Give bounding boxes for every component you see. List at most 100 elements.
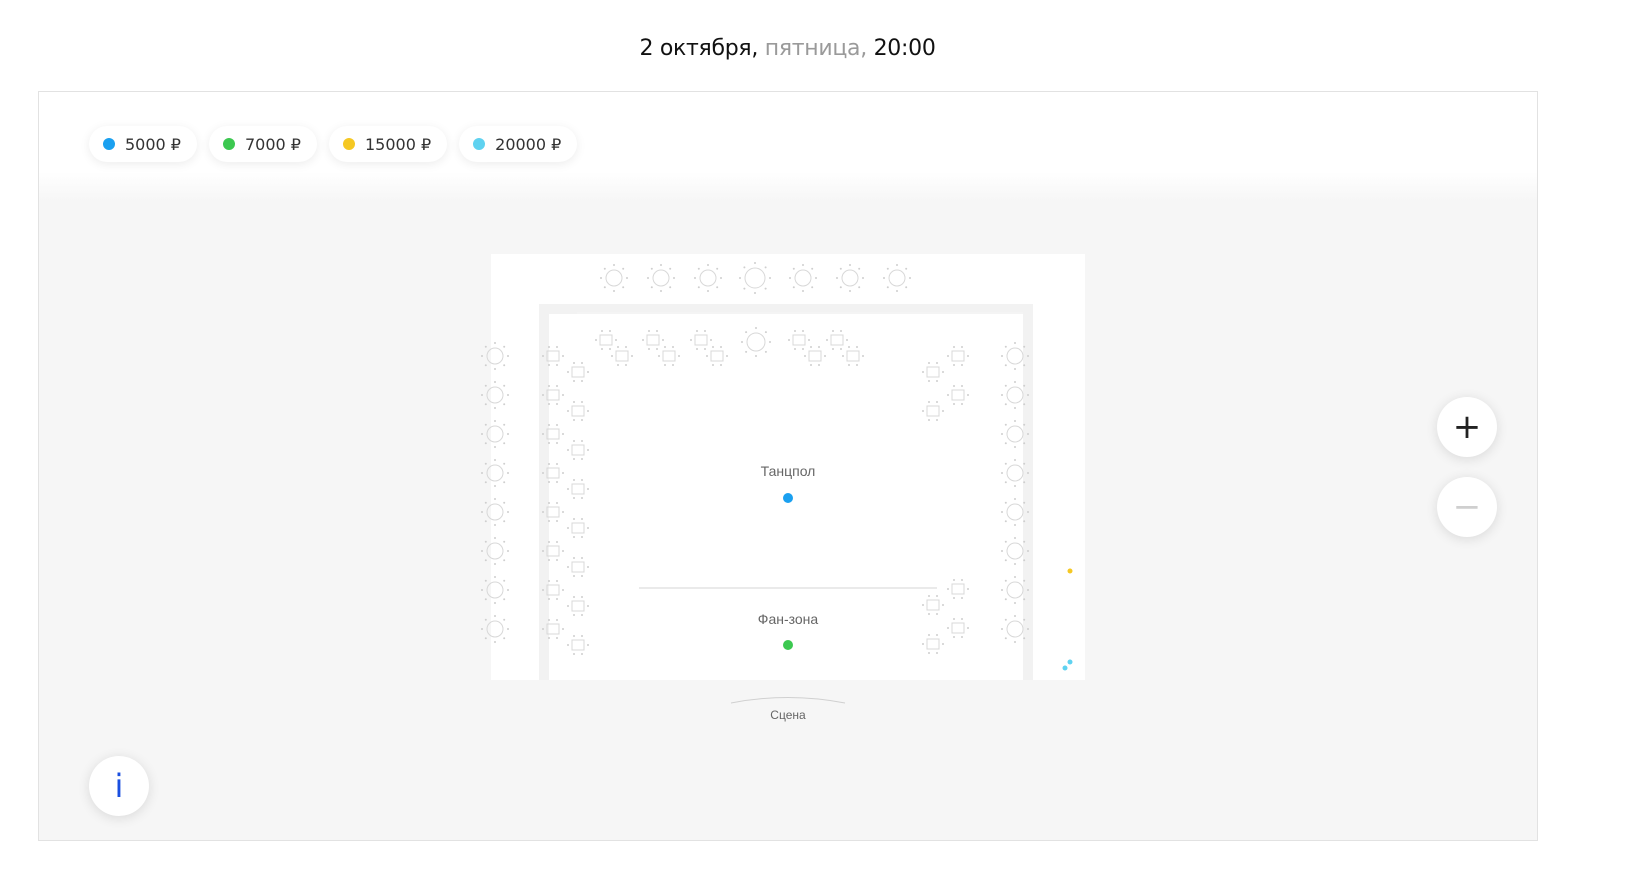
seat[interactable] [697,286,700,289]
seat[interactable] [840,330,842,332]
seat[interactable] [494,524,496,526]
seat[interactable] [503,403,506,406]
seat[interactable] [600,277,602,279]
seat[interactable] [842,355,844,357]
seat[interactable] [484,384,487,387]
seat[interactable] [548,385,550,387]
seat[interactable] [562,355,564,357]
seat[interactable] [1014,420,1016,422]
seat[interactable] [928,401,930,403]
seat[interactable] [595,339,597,341]
seat[interactable] [673,277,675,279]
seat[interactable] [562,394,564,396]
seat[interactable] [739,277,741,279]
seat[interactable] [947,355,949,357]
seat[interactable] [642,339,644,341]
seat[interactable] [1004,540,1007,543]
seat[interactable] [1027,433,1029,435]
seat[interactable] [494,459,496,461]
seat[interactable] [764,331,767,334]
seat[interactable] [503,442,506,445]
seat[interactable] [609,330,611,332]
seat[interactable] [481,628,483,630]
seat[interactable] [481,589,483,591]
seat[interactable] [548,559,550,561]
seat[interactable] [503,618,506,621]
seat[interactable] [622,286,625,289]
seat[interactable] [792,267,795,270]
seat[interactable] [802,330,804,332]
seat[interactable] [573,596,575,598]
zoom-in-button[interactable]: + [1437,397,1497,457]
seat[interactable] [562,511,564,513]
seat[interactable] [581,419,583,421]
seat[interactable] [507,433,509,435]
seat[interactable] [1014,602,1016,604]
seat[interactable] [503,345,506,348]
seat[interactable] [697,267,700,270]
seat[interactable] [1004,423,1007,426]
seat[interactable] [587,566,589,568]
seat[interactable] [562,433,564,435]
seat[interactable] [928,652,930,654]
seat[interactable] [562,472,564,474]
seat[interactable] [1027,511,1029,513]
seat[interactable] [481,472,483,474]
seat[interactable] [1023,637,1026,640]
seat-available-20000[interactable] [1062,665,1068,671]
seat[interactable] [967,588,969,590]
seat[interactable] [484,442,487,445]
seat[interactable] [947,627,949,629]
seat[interactable] [494,381,496,383]
seat[interactable] [696,348,698,350]
seat[interactable] [581,362,583,364]
seat[interactable] [928,419,930,421]
seat[interactable] [961,364,963,366]
seat[interactable] [1001,394,1003,396]
seat[interactable] [662,339,664,341]
seat[interactable] [1023,540,1026,543]
seat[interactable] [1023,598,1026,601]
seat[interactable] [707,290,709,292]
seat[interactable] [581,380,583,382]
seat[interactable] [494,641,496,643]
seat[interactable] [548,541,550,543]
seat[interactable] [810,364,812,366]
seat[interactable] [573,362,575,364]
seat[interactable] [755,355,757,357]
seat[interactable] [507,550,509,552]
seat[interactable] [1014,563,1016,565]
seat[interactable] [953,364,955,366]
seat[interactable] [494,407,496,409]
seat[interactable] [503,481,506,484]
seat[interactable] [556,424,558,426]
seat[interactable] [922,410,924,412]
seat[interactable] [613,290,615,292]
seat[interactable] [481,433,483,435]
seat[interactable] [542,394,544,396]
seat[interactable] [484,540,487,543]
seat[interactable] [936,419,938,421]
seat[interactable] [792,286,795,289]
seat[interactable] [1023,384,1026,387]
seat[interactable] [556,403,558,405]
seat[interactable] [494,342,496,344]
seat[interactable] [936,401,938,403]
seat[interactable] [484,520,487,523]
seat[interactable] [484,501,487,504]
seat[interactable] [548,598,550,600]
seat[interactable] [704,348,706,350]
seat[interactable] [1023,559,1026,562]
seat[interactable] [613,264,615,266]
seat[interactable] [603,267,606,270]
seat[interactable] [848,364,850,366]
seat[interactable] [1014,641,1016,643]
seat[interactable] [1014,537,1016,539]
seat[interactable] [754,292,756,294]
seat[interactable] [481,550,483,552]
seat[interactable] [1023,403,1026,406]
seat[interactable] [672,346,674,348]
seat[interactable] [1023,462,1026,465]
seat[interactable] [660,290,662,292]
seat[interactable] [484,618,487,621]
